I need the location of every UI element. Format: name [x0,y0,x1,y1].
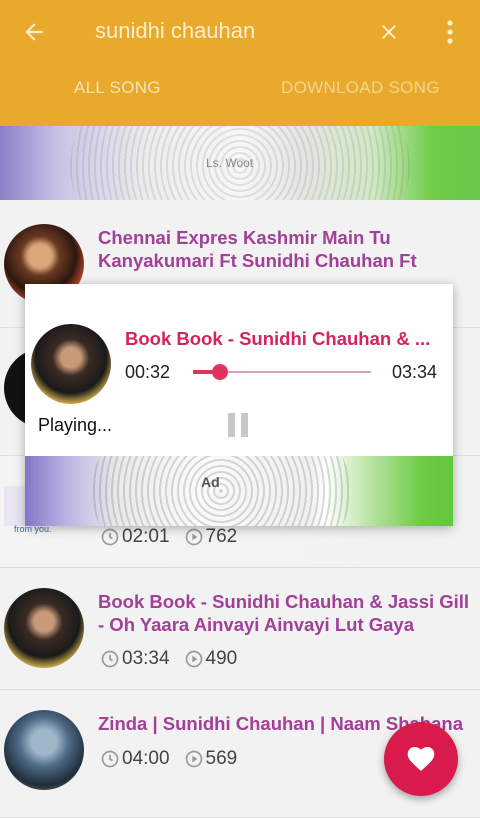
play-count: 569 [184,748,238,770]
clear-search-button[interactable] [370,14,408,50]
total-time: 03:34 [392,362,438,382]
toolbar: sunidhi chauhan [0,0,480,64]
player-ad[interactable]: Ad [25,456,453,526]
player-title: Book Book - Sunidhi Chauhan & ... [125,328,431,349]
song-meta: 04:00 569 [100,748,237,770]
play-count-value: 569 [205,748,238,769]
banner-ad[interactable]: Ls. Woot [0,126,480,200]
ad-text: Ls. Woot [206,156,254,170]
clock-icon [101,528,119,546]
pause-icon [228,413,235,437]
more-vert-icon [447,20,453,44]
play-circle-icon [185,650,202,668]
player-artwork [31,324,111,404]
song-thumbnail [4,710,84,790]
song-duration: 03:34 [122,648,170,669]
clock-icon [101,750,119,768]
play-count-value: 762 [205,526,238,547]
player-dialog[interactable]: Book Book - Sunidhi Chauhan & ... 00:32 … [25,284,453,526]
tab-download-song[interactable]: DOWNLOAD SONG [281,78,440,122]
play-count-value: 490 [205,648,238,669]
song-meta: 03:34 490 [100,648,237,670]
current-time: 00:32 [125,362,171,382]
search-query[interactable]: sunidhi chauhan [95,18,255,44]
song-title: Book Book - Sunidhi Chauhan & Jassi Gill… [98,591,470,635]
close-icon [382,25,396,39]
more-options-button[interactable] [436,14,464,50]
play-circle-icon [185,528,202,546]
song-duration: 02:01 [122,526,170,547]
back-button[interactable] [14,14,54,50]
clock-icon [101,650,119,668]
song-thumbnail [4,588,84,668]
ad-graphic [91,456,351,526]
song-row[interactable]: Book Book - Sunidhi Chauhan & Jassi Gill… [0,568,480,690]
play-count: 762 [184,526,238,548]
ad-label: Ad [201,474,220,490]
play-count: 490 [184,648,238,670]
pause-icon-bar [241,413,248,437]
tab-all-song[interactable]: ALL SONG [74,78,161,122]
playback-status: Playing... [38,415,113,435]
song-duration: 04:00 [122,748,170,769]
arrow-left-icon [25,23,43,41]
favorite-button[interactable] [384,722,458,796]
play-circle-icon [185,750,202,768]
seek-bar[interactable] [193,364,371,380]
song-title: Chennai Expres Kashmir Main Tu Kanyakuma… [98,227,417,271]
pause-button[interactable] [223,410,253,440]
app-bar: sunidhi chauhan ALL SONG DOWNLOAD SONG [0,0,480,126]
song-meta: 02:01 762 [100,526,237,548]
seek-thumb[interactable] [211,364,228,380]
heart-icon [407,747,435,771]
